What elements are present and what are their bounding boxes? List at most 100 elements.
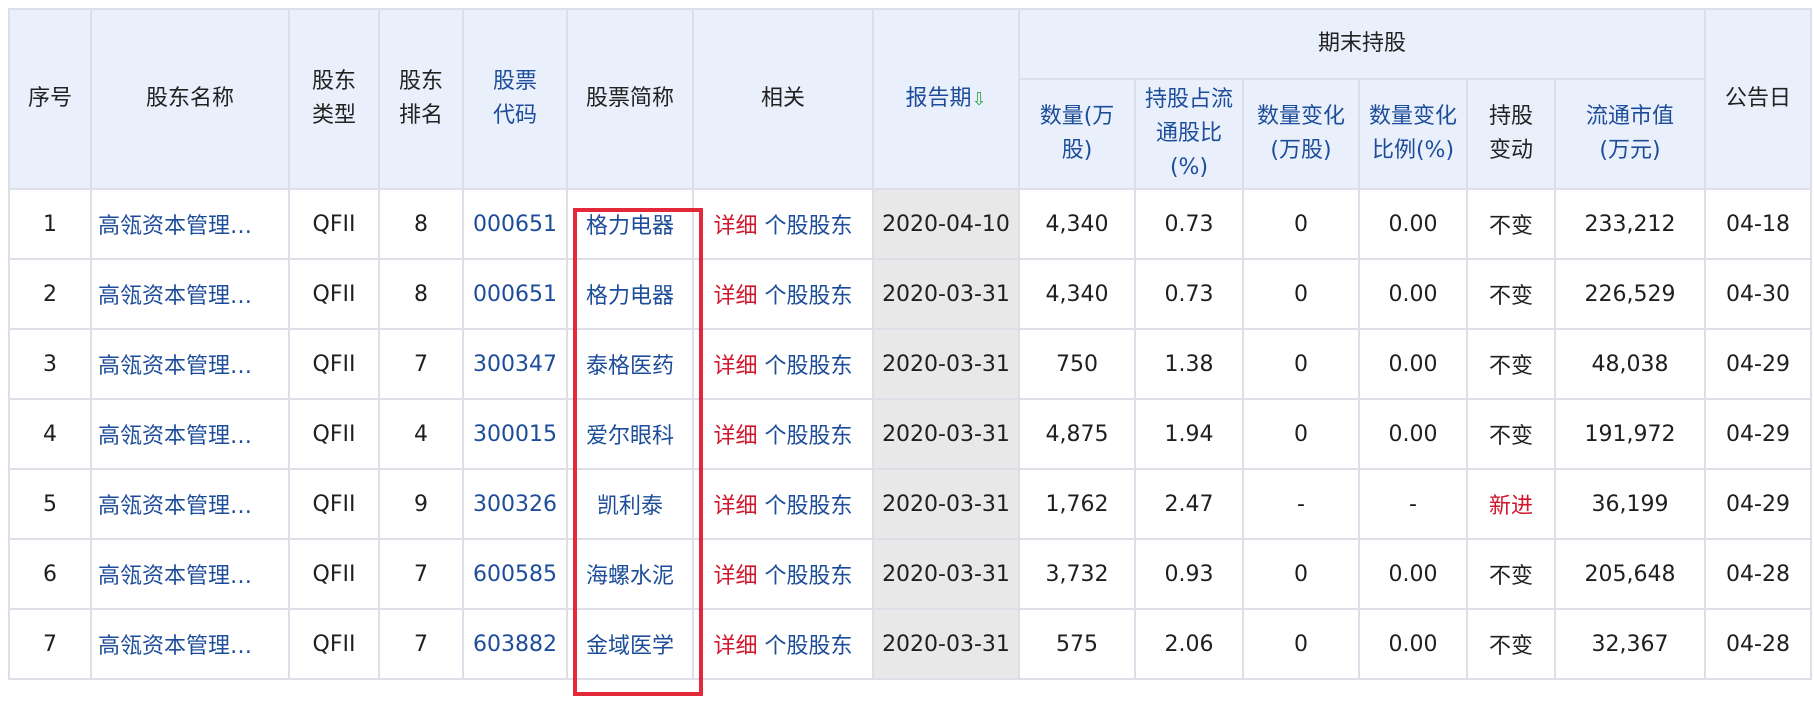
cell-qty: 4,340 <box>1018 258 1136 330</box>
cell-holder-type: QFII <box>288 188 380 260</box>
cell-qty-change: 0 <box>1242 328 1360 400</box>
header-qty-change-pct[interactable]: 数量变化比例(%) <box>1358 78 1468 190</box>
stock-holders-link[interactable]: 个股股东 <box>765 214 853 239</box>
cell-stock-name-link[interactable]: 凯利泰 <box>566 468 694 540</box>
cell-announce-date: 04-29 <box>1704 398 1812 470</box>
cell-hold-change: 不变 <box>1466 538 1556 610</box>
header-market-value[interactable]: 流通市值(万元) <box>1554 78 1706 190</box>
cell-ratio: 1.38 <box>1134 328 1244 400</box>
shareholder-holdings-table: 序号 股东名称 股东类型 股东排名 股票代码 股票简称 相关 报告期⇩ 期末持股… <box>8 8 1812 680</box>
cell-stock-name-link[interactable]: 格力电器 <box>566 258 694 330</box>
cell-seq: 6 <box>8 538 92 610</box>
header-holder-rank: 股东排名 <box>378 8 464 190</box>
cell-market-value: 48,038 <box>1554 328 1706 400</box>
table-row: 1 高瓴资本管理… QFII 8 000651 格力电器 详细 个股股东 202… <box>8 188 1812 260</box>
stock-holders-link[interactable]: 个股股东 <box>765 284 853 309</box>
detail-link[interactable]: 详细 <box>713 214 757 239</box>
cell-holder-type: QFII <box>288 468 380 540</box>
cell-report-period: 2020-03-31 <box>872 468 1020 540</box>
cell-hold-change: 不变 <box>1466 608 1556 680</box>
cell-report-period: 2020-03-31 <box>872 328 1020 400</box>
cell-holder-type: QFII <box>288 608 380 680</box>
cell-hold-change: 不变 <box>1466 258 1556 330</box>
cell-stock-name-link[interactable]: 格力电器 <box>566 188 694 260</box>
cell-report-period: 2020-03-31 <box>872 608 1020 680</box>
cell-qty: 750 <box>1018 328 1136 400</box>
cell-qty-change-pct: 0.00 <box>1358 188 1468 260</box>
cell-market-value: 205,648 <box>1554 538 1706 610</box>
cell-seq: 2 <box>8 258 92 330</box>
header-stock-code[interactable]: 股票代码 <box>462 8 568 190</box>
cell-stock-name-link[interactable]: 爱尔眼科 <box>566 398 694 470</box>
stock-holders-link[interactable]: 个股股东 <box>765 634 853 659</box>
cell-stock-code-link[interactable]: 600585 <box>462 538 568 610</box>
cell-holder-name-link[interactable]: 高瓴资本管理… <box>90 538 290 610</box>
cell-announce-date: 04-29 <box>1704 328 1812 400</box>
cell-holder-name-link[interactable]: 高瓴资本管理… <box>90 398 290 470</box>
table-row: 2 高瓴资本管理… QFII 8 000651 格力电器 详细 个股股东 202… <box>8 258 1812 330</box>
cell-holder-name-link[interactable]: 高瓴资本管理… <box>90 608 290 680</box>
cell-stock-name-link[interactable]: 海螺水泥 <box>566 538 694 610</box>
cell-holder-rank: 8 <box>378 188 464 260</box>
cell-holder-name-link[interactable]: 高瓴资本管理… <box>90 188 290 260</box>
cell-market-value: 36,199 <box>1554 468 1706 540</box>
cell-holder-rank: 7 <box>378 328 464 400</box>
cell-report-period: 2020-03-31 <box>872 258 1020 330</box>
cell-hold-change: 不变 <box>1466 188 1556 260</box>
header-report-period[interactable]: 报告期⇩ <box>872 8 1020 190</box>
cell-holder-name-link[interactable]: 高瓴资本管理… <box>90 328 290 400</box>
cell-related: 详细 个股股东 <box>692 468 874 540</box>
cell-market-value: 191,972 <box>1554 398 1706 470</box>
report-period-label: 报告期 <box>905 85 972 111</box>
cell-seq: 7 <box>8 608 92 680</box>
header-ratio[interactable]: 持股占流通股比(%) <box>1134 78 1244 190</box>
header-qty[interactable]: 数量(万股) <box>1018 78 1136 190</box>
cell-qty-change: 0 <box>1242 538 1360 610</box>
detail-link[interactable]: 详细 <box>713 424 757 449</box>
detail-link[interactable]: 详细 <box>713 494 757 519</box>
cell-ratio: 2.47 <box>1134 468 1244 540</box>
table-row: 5 高瓴资本管理… QFII 9 300326 凯利泰 详细 个股股东 2020… <box>8 468 1812 540</box>
cell-related: 详细 个股股东 <box>692 538 874 610</box>
detail-link[interactable]: 详细 <box>713 564 757 589</box>
table-row: 4 高瓴资本管理… QFII 4 300015 爱尔眼科 详细 个股股东 202… <box>8 398 1812 470</box>
cell-market-value: 226,529 <box>1554 258 1706 330</box>
table-row: 3 高瓴资本管理… QFII 7 300347 泰格医药 详细 个股股东 202… <box>8 328 1812 400</box>
cell-seq: 5 <box>8 468 92 540</box>
cell-announce-date: 04-28 <box>1704 538 1812 610</box>
stock-holders-link[interactable]: 个股股东 <box>765 564 853 589</box>
cell-stock-code-link[interactable]: 300326 <box>462 468 568 540</box>
stock-holders-link[interactable]: 个股股东 <box>765 354 853 379</box>
cell-seq: 3 <box>8 328 92 400</box>
detail-link[interactable]: 详细 <box>713 634 757 659</box>
cell-stock-code-link[interactable]: 000651 <box>462 258 568 330</box>
cell-ratio: 0.73 <box>1134 258 1244 330</box>
cell-qty-change: 0 <box>1242 398 1360 470</box>
header-holder-type: 股东类型 <box>288 8 380 190</box>
cell-announce-date: 04-28 <box>1704 608 1812 680</box>
holdings-table-container: 序号 股东名称 股东类型 股东排名 股票代码 股票简称 相关 报告期⇩ 期末持股… <box>8 8 1812 680</box>
cell-stock-code-link[interactable]: 300347 <box>462 328 568 400</box>
cell-related: 详细 个股股东 <box>692 188 874 260</box>
detail-link[interactable]: 详细 <box>713 354 757 379</box>
header-stock-name: 股票简称 <box>566 8 694 190</box>
cell-qty-change-pct: 0.00 <box>1358 608 1468 680</box>
cell-stock-name-link[interactable]: 泰格医药 <box>566 328 694 400</box>
cell-stock-code-link[interactable]: 603882 <box>462 608 568 680</box>
cell-ratio: 0.93 <box>1134 538 1244 610</box>
cell-holder-name-link[interactable]: 高瓴资本管理… <box>90 258 290 330</box>
cell-stock-name-link[interactable]: 金域医学 <box>566 608 694 680</box>
cell-stock-code-link[interactable]: 300015 <box>462 398 568 470</box>
cell-holder-rank: 4 <box>378 398 464 470</box>
header-qty-change[interactable]: 数量变化(万股) <box>1242 78 1360 190</box>
cell-holder-rank: 9 <box>378 468 464 540</box>
stock-holders-link[interactable]: 个股股东 <box>765 494 853 519</box>
cell-holder-name-link[interactable]: 高瓴资本管理… <box>90 468 290 540</box>
stock-holders-link[interactable]: 个股股东 <box>765 424 853 449</box>
detail-link[interactable]: 详细 <box>713 284 757 309</box>
cell-qty-change: 0 <box>1242 258 1360 330</box>
cell-holder-type: QFII <box>288 258 380 330</box>
cell-qty-change: 0 <box>1242 608 1360 680</box>
cell-qty-change-pct: 0.00 <box>1358 328 1468 400</box>
cell-stock-code-link[interactable]: 000651 <box>462 188 568 260</box>
